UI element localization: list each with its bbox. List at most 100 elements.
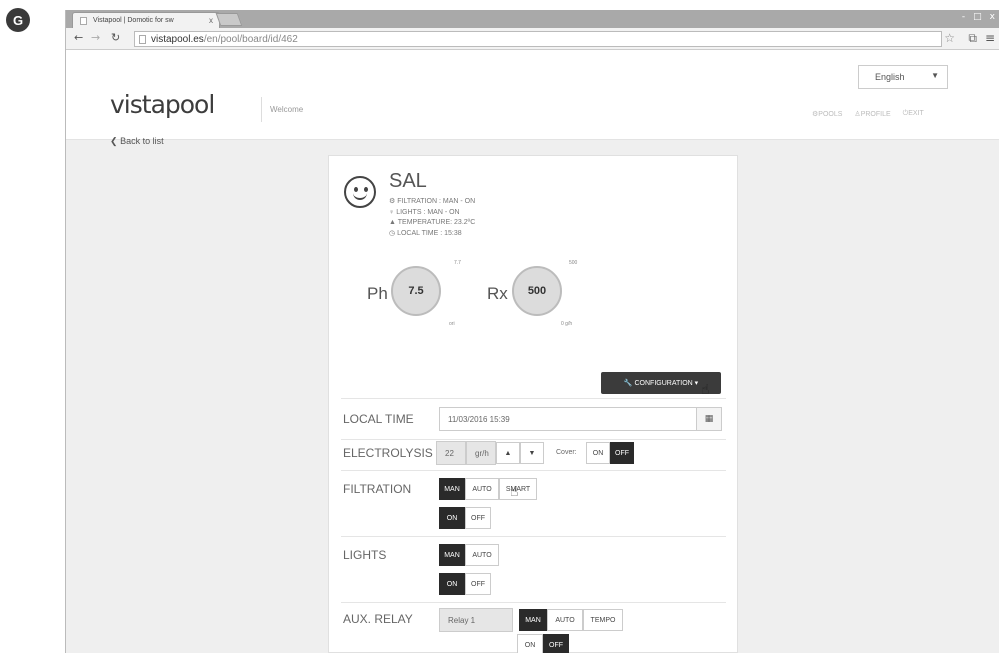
ph-gauge-label: Ph xyxy=(367,284,388,303)
calendar-icon[interactable]: ▦ xyxy=(696,407,722,431)
welcome-text: Welcome xyxy=(261,97,311,122)
close-window-icon[interactable]: x xyxy=(990,12,995,22)
vistapool-logo[interactable]: vistapool xyxy=(110,90,215,119)
nav-exit-label: EXIT xyxy=(908,110,924,117)
star-icon[interactable]: ☆ xyxy=(944,31,955,45)
address-bar-row: ← → ↻ vistapool.es/en/pool/board/id/462 … xyxy=(66,28,999,50)
hand-cursor-icon: ☝ xyxy=(701,382,710,398)
lights-auto-button[interactable]: AUTO xyxy=(465,544,499,566)
rx-unit: 0 g/h xyxy=(561,321,573,327)
local-time-input[interactable]: 11/03/2016 15:39 xyxy=(439,407,697,431)
ph-unit: ori xyxy=(449,321,455,327)
divider xyxy=(341,439,726,440)
url-domain: vistapool.es xyxy=(151,34,204,45)
aux-relay-label: AUX. RELAY xyxy=(343,612,413,626)
menu-icon[interactable]: ≡ xyxy=(985,31,995,45)
chevron-down-icon: ▼ xyxy=(931,71,939,80)
electrolysis-unit: gr/h xyxy=(466,441,496,465)
step-badge: G xyxy=(6,8,30,32)
nav-profile-label: PROFILE xyxy=(860,111,891,118)
hand-cursor-icon: ☝ xyxy=(510,484,519,500)
pool-name: SAL xyxy=(389,170,427,192)
cover-label: Cover: xyxy=(556,449,577,456)
top-nav: ⚙POOLS ♙PROFILE ⏻EXIT xyxy=(812,110,924,118)
aux-auto-button[interactable]: AUTO xyxy=(547,609,583,631)
aux-off-button[interactable]: OFF xyxy=(543,634,569,653)
chevron-left-icon: ❮ xyxy=(110,136,118,146)
nav-pools-label: POOLS xyxy=(818,111,843,118)
smiley-status-icon xyxy=(344,176,376,208)
bulb-icon: ♀ xyxy=(389,208,395,216)
cover-off-button[interactable]: OFF xyxy=(610,442,634,464)
lights-on-button[interactable]: ON xyxy=(439,573,465,595)
browser-window: Vistapool | Domotic for sw x - □ x ← → ↻… xyxy=(65,10,999,653)
smiley-mouth xyxy=(353,190,367,200)
back-to-list-link[interactable]: ❮ Back to list xyxy=(110,136,164,147)
filtration-status-text: FILTRATION : MAN - ON xyxy=(397,198,476,205)
maximize-icon[interactable]: □ xyxy=(973,12,982,22)
temperature-status-text: TEMPERATURE: 23.2ºC xyxy=(397,219,476,226)
url-path: /en/pool/board/id/462 xyxy=(203,34,298,45)
language-value: English xyxy=(875,72,905,82)
increase-button[interactable]: ▲ xyxy=(496,442,520,464)
aux-on-button[interactable]: ON xyxy=(517,634,543,653)
aux-tempo-button[interactable]: TEMPO xyxy=(583,609,623,631)
aux-man-button[interactable]: MAN xyxy=(519,609,547,631)
lights-status: ♀ LIGHTS : MAN - ON xyxy=(389,208,475,219)
ph-gauge: 7.5 xyxy=(391,266,441,316)
divider xyxy=(341,398,726,399)
relay-input[interactable]: Relay 1 xyxy=(439,608,513,632)
divider xyxy=(341,602,726,603)
pool-info: ⚙ FILTRATION : MAN - ON ♀ LIGHTS : MAN -… xyxy=(389,197,475,239)
pool-card: SAL ⚙ FILTRATION : MAN - ON ♀ LIGHTS : M… xyxy=(328,155,738,653)
minimize-icon[interactable]: - xyxy=(962,12,965,22)
page-icon xyxy=(139,35,146,44)
cover-on-button[interactable]: ON xyxy=(586,442,610,464)
electrolysis-label: ELECTROLYSIS xyxy=(343,446,433,460)
tab-favicon-icon xyxy=(80,17,87,25)
local-time-status: ◷ LOCAL TIME : 15:38 xyxy=(389,229,475,240)
browser-tab[interactable]: Vistapool | Domotic for sw x xyxy=(72,12,220,28)
tab-title: Vistapool | Domotic for sw xyxy=(93,17,174,24)
wrench-icon: 🔧 xyxy=(623,380,633,387)
site-header: vistapool Welcome English ▼ ⚙POOLS ♙PROF… xyxy=(66,50,999,140)
window-controls: - □ x xyxy=(962,12,995,22)
filtration-man-button[interactable]: MAN xyxy=(439,478,465,500)
title-bar: Vistapool | Domotic for sw x - □ x xyxy=(66,10,999,28)
gear-icon: ⚙ xyxy=(389,198,396,205)
extension-icon[interactable]: ⧉ xyxy=(968,31,977,46)
lights-label: LIGHTS xyxy=(343,548,387,562)
rx-gauge-label: Rx xyxy=(487,284,508,303)
tab-close-icon[interactable]: x xyxy=(209,16,213,25)
local-time-label: LOCAL TIME xyxy=(343,412,414,426)
back-link-label: Back to list xyxy=(120,136,164,146)
nav-profile[interactable]: ♙PROFILE xyxy=(854,110,890,118)
forward-arrow-icon[interactable]: → xyxy=(91,31,100,44)
local-time-status-text: LOCAL TIME : 15:38 xyxy=(397,229,462,237)
rx-setpoint: 500 xyxy=(569,260,578,266)
language-select[interactable]: English ▼ xyxy=(858,65,948,89)
filtration-auto-button[interactable]: AUTO xyxy=(465,478,499,500)
divider xyxy=(341,470,726,471)
divider xyxy=(341,536,726,537)
lights-man-button[interactable]: MAN xyxy=(439,544,465,566)
electrolysis-value: 22 xyxy=(436,441,466,465)
drop-icon: ▲ xyxy=(389,219,396,226)
filtration-label: FILTRATION xyxy=(343,482,412,496)
lights-status-text: LIGHTS : MAN - ON xyxy=(396,208,460,216)
reload-icon[interactable]: ↻ xyxy=(111,31,120,44)
filtration-off-button[interactable]: OFF xyxy=(465,507,491,529)
filtration-on-button[interactable]: ON xyxy=(439,507,465,529)
new-tab-button[interactable] xyxy=(215,13,243,26)
nav-exit[interactable]: ⏻EXIT xyxy=(903,110,924,118)
clock-icon: ◷ xyxy=(389,229,396,237)
nav-pools[interactable]: ⚙POOLS xyxy=(812,110,842,118)
url-input[interactable]: vistapool.es/en/pool/board/id/462 xyxy=(134,31,942,47)
decrease-button[interactable]: ▼ xyxy=(520,442,544,464)
lights-off-button[interactable]: OFF xyxy=(465,573,491,595)
back-arrow-icon[interactable]: ← xyxy=(74,31,83,44)
filtration-status: ⚙ FILTRATION : MAN - ON xyxy=(389,197,475,208)
configuration-button-label: CONFIGURATION ▾ xyxy=(634,380,699,387)
ph-setpoint: 7.7 xyxy=(454,260,461,266)
rx-gauge: 500 xyxy=(512,266,562,316)
